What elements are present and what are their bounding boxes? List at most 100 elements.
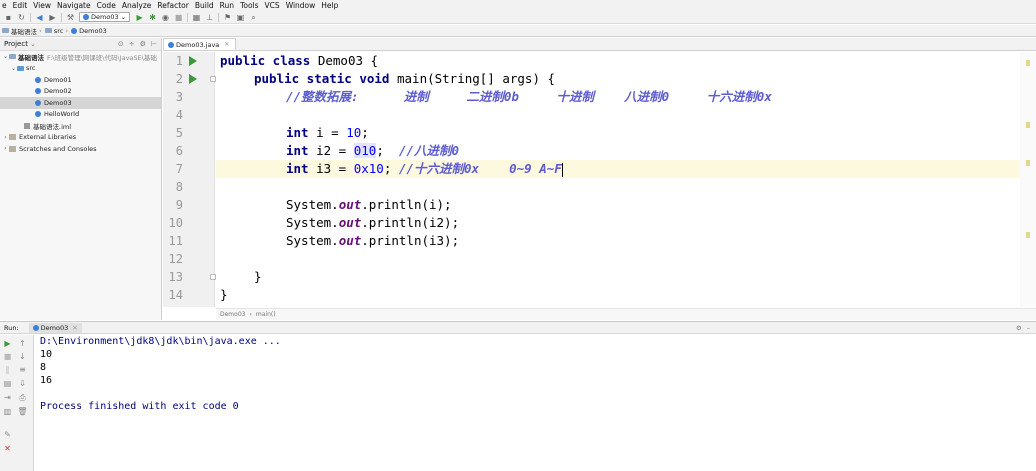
- search-everywhere-icon[interactable]: ⌕: [249, 13, 258, 22]
- chevron-down-icon[interactable]: ⌄: [30, 40, 36, 48]
- breadcrumb-item-project[interactable]: 基础语法: [2, 26, 37, 36]
- menu-help[interactable]: Help: [321, 1, 338, 10]
- hide-icon[interactable]: ⊢: [151, 40, 157, 48]
- code-line-6: int i2 = 010; //八进制0: [286, 142, 459, 160]
- pause-icon[interactable]: ‖: [3, 365, 12, 374]
- project-view-select[interactable]: Project: [4, 40, 28, 48]
- line-number: 4: [175, 108, 183, 122]
- breadcrumb-label: Demo03: [79, 26, 107, 35]
- print-icon[interactable]: ⎙: [18, 393, 27, 402]
- collapse-icon[interactable]: ÷: [129, 40, 135, 48]
- console-line: 10: [40, 349, 53, 360]
- line-number: 7: [175, 162, 183, 176]
- stop-icon[interactable]: ■: [174, 13, 183, 22]
- menu-view[interactable]: View: [33, 1, 51, 10]
- run-toolbar: ▶ ↑ ■ ↓ ‖ ≡ ▤ ⇩ ⇥ ⎙ ▥ 🗑 ✎ ✕: [0, 335, 34, 471]
- menu-refactor[interactable]: Refactor: [157, 1, 188, 10]
- project-panel-header: Project ⌄ ⊙ ÷ ⚙ ⊢: [0, 38, 161, 51]
- gear-icon[interactable]: ⚙: [1016, 324, 1022, 332]
- layout-icon[interactable]: ▥: [3, 407, 12, 416]
- menu-edit[interactable]: Edit: [13, 1, 28, 10]
- sync-icon[interactable]: ↻: [17, 13, 26, 22]
- run-class-icon[interactable]: [189, 56, 197, 66]
- chevron-down-icon[interactable]: ⌄: [10, 65, 17, 72]
- pin-icon[interactable]: ✎: [3, 430, 12, 439]
- tree-item-scratches[interactable]: › Scratches and Consoles: [0, 143, 161, 155]
- menu-file[interactable]: e: [2, 1, 7, 10]
- tree-item-iml[interactable]: 基础语法.iml: [0, 120, 161, 132]
- trash-icon[interactable]: 🗑: [17, 407, 27, 416]
- vcs-icon[interactable]: ⚑: [223, 13, 232, 22]
- build-icon[interactable]: ⚒: [66, 13, 75, 22]
- hide-icon[interactable]: –: [1027, 324, 1030, 332]
- code-text: .println(i);: [361, 197, 452, 212]
- tab-demo03-java[interactable]: Demo03.java ✕: [163, 38, 237, 50]
- forward-icon[interactable]: ▶: [48, 13, 57, 22]
- coverage-icon[interactable]: ◉: [161, 13, 170, 22]
- close-icon[interactable]: ✕: [3, 444, 12, 453]
- menu-build[interactable]: Build: [195, 1, 214, 10]
- close-icon[interactable]: ✕: [224, 41, 229, 48]
- stop-icon[interactable]: ■: [3, 352, 12, 361]
- rerun-icon[interactable]: ▶: [3, 339, 12, 348]
- breadcrumb-item-class[interactable]: Demo03: [71, 27, 107, 35]
- locate-icon[interactable]: ⊙: [118, 40, 124, 48]
- tree-item-label: src: [26, 64, 36, 73]
- tree-item-demo02[interactable]: Demo02: [0, 86, 161, 98]
- breadcrumb: 基础语法 › src › Demo03: [0, 25, 1036, 37]
- back-icon[interactable]: ◀: [35, 13, 44, 22]
- save-icon[interactable]: ▪: [4, 13, 13, 22]
- tree-item-helloworld[interactable]: HelloWorld: [0, 109, 161, 121]
- line-number: 8: [175, 180, 183, 194]
- text-caret: [561, 162, 563, 177]
- terminal-icon[interactable]: ▣: [236, 13, 245, 22]
- comment: //八进制0: [398, 143, 459, 158]
- tree-item-demo01[interactable]: Demo01: [0, 74, 161, 86]
- menu-analyze[interactable]: Analyze: [122, 1, 152, 10]
- sdk-icon[interactable]: ⊥: [205, 13, 214, 22]
- editor-breadcrumb-method[interactable]: main(): [256, 311, 276, 318]
- menu-code[interactable]: Code: [97, 1, 116, 10]
- chevron-right-icon[interactable]: ›: [2, 134, 9, 141]
- tree-item-path: F:\班级管理\网课班\代码\JavaSE\基础: [47, 53, 157, 62]
- menu-navigate[interactable]: Navigate: [57, 1, 91, 10]
- menu-run[interactable]: Run: [220, 1, 234, 10]
- scroll-to-end-icon[interactable]: ⇩: [18, 379, 27, 388]
- editor-breadcrumb-class[interactable]: Demo03: [220, 311, 245, 318]
- tab-run-demo03[interactable]: Demo03 ✕: [28, 322, 82, 333]
- project-structure-icon[interactable]: ▦: [192, 13, 201, 22]
- dump-threads-icon[interactable]: ▤: [3, 379, 12, 388]
- console-output[interactable]: D:\Environment\jdk8\jdk\bin\java.exe ...…: [35, 335, 1036, 471]
- tree-item-external-libraries[interactable]: › External Libraries: [0, 132, 161, 144]
- gear-icon[interactable]: ⚙: [140, 40, 146, 48]
- exit-icon[interactable]: ⇥: [3, 393, 12, 402]
- code-editor[interactable]: public class Demo03 { public static void…: [216, 52, 1020, 307]
- arrow-down-icon[interactable]: ↓: [18, 352, 27, 361]
- chevron-down-icon[interactable]: ⌄: [2, 53, 9, 60]
- menu-tools[interactable]: Tools: [240, 1, 258, 10]
- folder-icon: [2, 28, 9, 33]
- arrow-up-icon[interactable]: ↑: [18, 339, 27, 348]
- class-icon: [35, 88, 41, 95]
- run-config-select[interactable]: Demo03 ⌄: [79, 12, 131, 22]
- tree-item-label: Demo01: [44, 75, 72, 84]
- chevron-right-icon: ›: [249, 311, 252, 318]
- editor-scrollbar[interactable]: [1020, 52, 1036, 307]
- soft-wrap-icon[interactable]: ≡: [18, 365, 27, 374]
- chevron-right-icon[interactable]: ›: [2, 145, 9, 152]
- tree-item-src[interactable]: ⌄ src: [0, 63, 161, 75]
- menu-window[interactable]: Window: [286, 1, 316, 10]
- close-icon[interactable]: ✕: [72, 324, 77, 332]
- tree-item-project-root[interactable]: ⌄ 基础语法 F:\班级管理\网课班\代码\JavaSE\基础: [0, 51, 161, 63]
- scroll-marker: [1026, 232, 1030, 238]
- console-line: D:\Environment\jdk8\jdk\bin\java.exe ...: [40, 336, 281, 347]
- code-text: }: [254, 269, 262, 284]
- breadcrumb-item-src[interactable]: src: [44, 27, 63, 35]
- menu-vcs[interactable]: VCS: [265, 1, 280, 10]
- code-text: ;: [383, 161, 399, 176]
- tree-item-demo03[interactable]: Demo03: [0, 97, 161, 109]
- run-main-icon[interactable]: [189, 74, 197, 84]
- run-icon[interactable]: ▶: [135, 13, 144, 22]
- class-icon: [168, 41, 174, 48]
- debug-icon[interactable]: ✱: [148, 13, 157, 22]
